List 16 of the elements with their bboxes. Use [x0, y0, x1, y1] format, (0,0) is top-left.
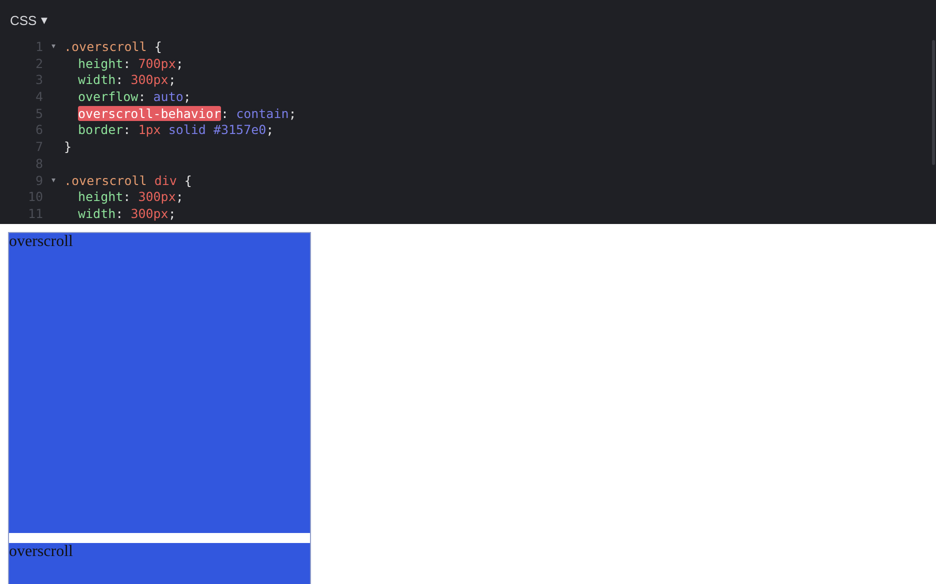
fold-arrow[interactable]: ▾	[50, 174, 57, 186]
code-line: height: 700px;	[77, 56, 184, 72]
code-line: overscroll-behavior: contain;	[77, 106, 296, 122]
box-label: overscroll	[9, 233, 73, 250]
code-line: .overscroll div {	[64, 172, 192, 190]
code-line: width: 300px;	[77, 72, 176, 90]
code-line: overflow: auto;	[77, 89, 191, 106]
code-line: }	[64, 139, 72, 156]
box-label: overscroll	[9, 543, 73, 560]
code-line: width: 300px;	[77, 206, 176, 223]
toggle-arrow[interactable]: ▼	[38, 12, 50, 30]
code-line: border: 1px solid #3157e0;	[77, 122, 274, 140]
editor-title: CSS	[10, 12, 37, 30]
code-line: .overscroll {	[64, 39, 162, 56]
fold-arrow[interactable]: ▾	[50, 41, 57, 52]
code-line: height: 300px;	[77, 189, 184, 206]
